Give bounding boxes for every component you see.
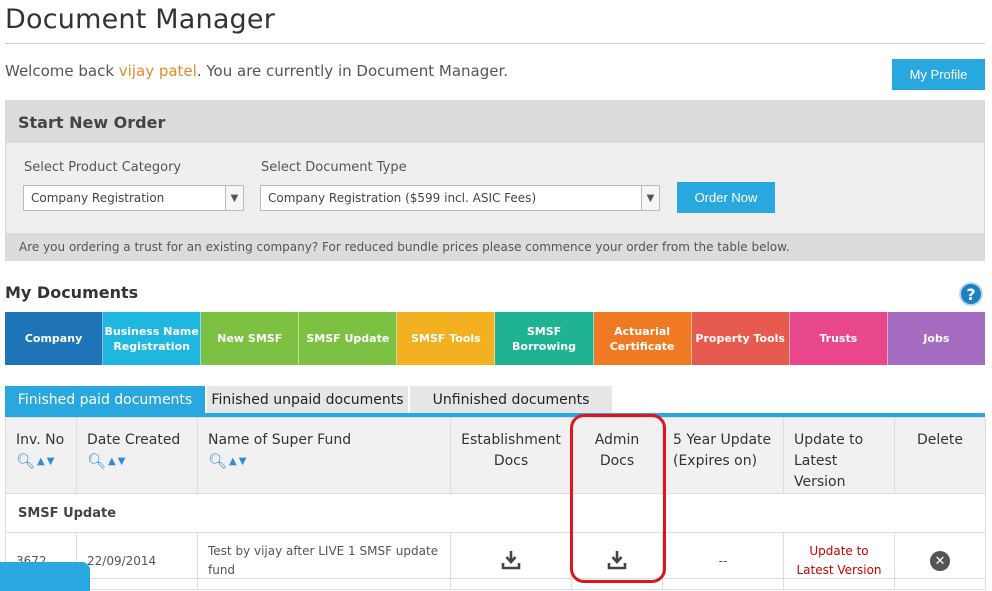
sort-up-icon[interactable]: ▲ bbox=[108, 451, 116, 472]
column-header-date-created[interactable]: Date Created 🔍︎ ▲ ▼ bbox=[76, 417, 198, 494]
search-icon[interactable]: 🔍︎ bbox=[87, 451, 106, 472]
product-category-label: Select Product Category bbox=[24, 160, 182, 175]
search-icon[interactable]: 🔍︎ bbox=[16, 451, 35, 472]
column-label: Name of Super Fund bbox=[208, 432, 352, 448]
sort-controls: 🔍︎ ▲ ▼ bbox=[87, 451, 187, 472]
chevron-down-icon[interactable]: ▼ bbox=[225, 186, 243, 210]
table-header-row: Inv. No 🔍︎ ▲ ▼ Date Created 🔍︎ ▲ ▼ Name … bbox=[5, 417, 986, 494]
category-tab-smsf-update[interactable]: SMSF Update bbox=[299, 312, 398, 365]
tab-unfinished[interactable]: Unfinished documents bbox=[410, 386, 612, 414]
close-icon[interactable]: ✕ bbox=[930, 551, 950, 571]
sort-up-icon[interactable]: ▲ bbox=[229, 451, 237, 472]
tab-finished-paid[interactable]: Finished paid documents bbox=[5, 386, 205, 414]
group-label-smsf-update: SMSF Update bbox=[5, 493, 986, 533]
document-type-select[interactable]: Company Registration ($599 incl. ASIC Fe… bbox=[260, 185, 660, 211]
chevron-down-icon[interactable]: ▼ bbox=[641, 186, 659, 210]
column-header-establishment-docs: Establishment Docs bbox=[450, 417, 572, 494]
document-type-label: Select Document Type bbox=[261, 160, 407, 175]
sort-down-icon[interactable]: ▼ bbox=[118, 451, 126, 472]
sort-controls: 🔍︎ ▲ ▼ bbox=[16, 451, 66, 472]
column-label: Date Created bbox=[87, 432, 181, 448]
column-header-five-year-update: 5 Year Update (Expires on) bbox=[662, 417, 784, 494]
tab-finished-unpaid[interactable]: Finished unpaid documents bbox=[207, 386, 408, 414]
document-status-tabs: Finished paid documents Finished unpaid … bbox=[5, 386, 985, 414]
title-divider bbox=[5, 43, 985, 44]
column-header-delete: Delete bbox=[894, 417, 986, 494]
group-row: SMSF Update bbox=[5, 493, 986, 533]
download-icon[interactable] bbox=[500, 549, 522, 571]
my-profile-button[interactable]: My Profile bbox=[892, 59, 985, 90]
column-header-inv-no[interactable]: Inv. No 🔍︎ ▲ ▼ bbox=[5, 417, 77, 494]
category-tab-business-name[interactable]: Business Name Registration bbox=[103, 312, 202, 365]
category-nav: Company Business Name Registration New S… bbox=[5, 312, 985, 365]
document-type-value: Company Registration ($599 incl. ASIC Fe… bbox=[268, 191, 537, 205]
sort-controls: 🔍︎ ▲ ▼ bbox=[208, 451, 440, 472]
start-new-order-header: Start New Order bbox=[6, 101, 984, 143]
start-new-order-panel: Start New Order Select Product Category … bbox=[5, 100, 985, 261]
question-icon[interactable]: ? bbox=[959, 282, 983, 306]
my-documents-title: My Documents bbox=[5, 283, 139, 302]
trust-bundle-note: Are you ordering a trust for an existing… bbox=[6, 233, 984, 261]
column-label: Inv. No bbox=[16, 432, 65, 448]
chat-widget-tab[interactable] bbox=[0, 562, 90, 591]
page-title: Document Manager bbox=[5, 4, 276, 35]
category-tab-trusts[interactable]: Trusts bbox=[789, 312, 888, 365]
category-tab-smsf-borrowing[interactable]: SMSF Borrowing bbox=[495, 312, 594, 365]
search-icon[interactable]: 🔍︎ bbox=[208, 451, 227, 472]
category-tab-property-tools[interactable]: Property Tools bbox=[691, 312, 790, 365]
order-now-button[interactable]: Order Now bbox=[677, 182, 775, 213]
welcome-user-name: vijay patel bbox=[118, 62, 197, 80]
welcome-message: Welcome back vijay patel. You are curren… bbox=[5, 62, 508, 80]
category-tab-company[interactable]: Company bbox=[5, 312, 104, 365]
update-to-latest-link[interactable]: Update to Latest Version bbox=[796, 544, 881, 577]
sort-up-icon[interactable]: ▲ bbox=[37, 451, 45, 472]
annotation-highlight-box bbox=[570, 414, 666, 583]
column-header-update-latest: Update to Latest Version bbox=[783, 417, 895, 494]
sort-down-icon[interactable]: ▼ bbox=[47, 451, 55, 472]
sort-down-icon[interactable]: ▼ bbox=[239, 451, 247, 472]
welcome-suffix: . You are currently in Document Manager. bbox=[196, 62, 509, 80]
table-row-partial bbox=[5, 578, 985, 591]
column-header-fund-name[interactable]: Name of Super Fund 🔍︎ ▲ ▼ bbox=[197, 417, 451, 494]
category-tab-jobs[interactable]: Jobs bbox=[887, 312, 985, 365]
category-tab-smsf-tools[interactable]: SMSF Tools bbox=[397, 312, 496, 365]
documents-table: Inv. No 🔍︎ ▲ ▼ Date Created 🔍︎ ▲ ▼ Name … bbox=[5, 417, 986, 590]
welcome-prefix: Welcome back bbox=[5, 62, 119, 80]
category-tab-new-smsf[interactable]: New SMSF bbox=[201, 312, 300, 365]
category-tab-actuarial-certificate[interactable]: Actuarial Certificate bbox=[593, 312, 692, 365]
product-category-value: Company Registration bbox=[31, 191, 165, 205]
product-category-select[interactable]: Company Registration ▼ bbox=[23, 185, 244, 211]
